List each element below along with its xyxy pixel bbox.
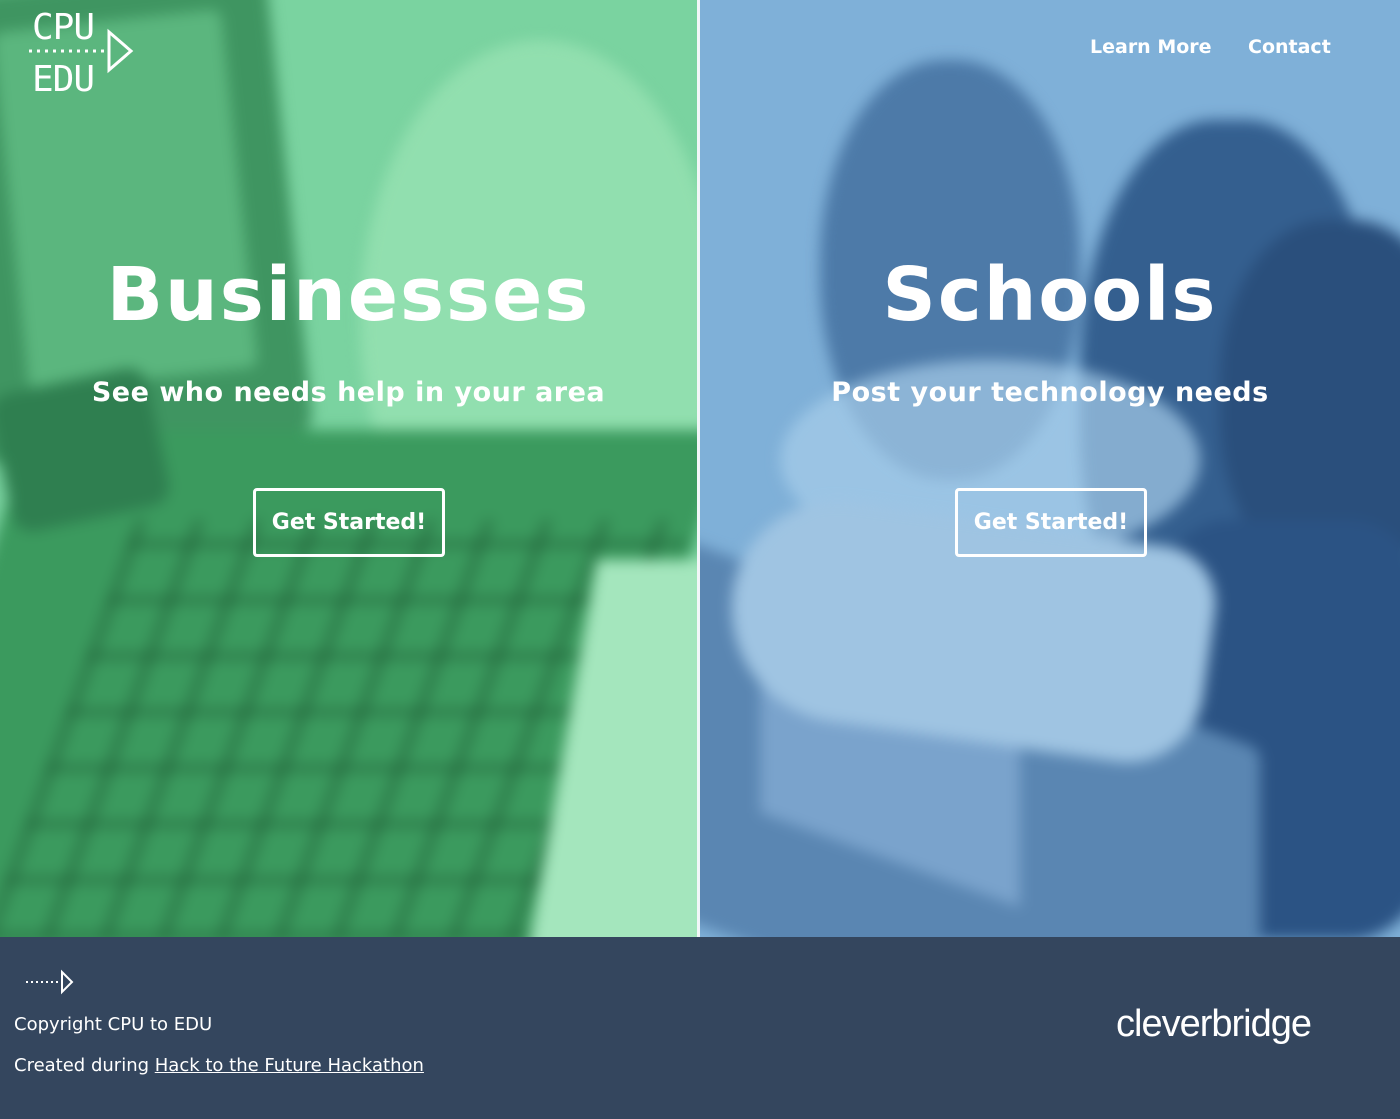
hackathon-link[interactable]: Hack to the Future Hackathon bbox=[155, 1055, 424, 1076]
schools-subtitle: Post your technology needs bbox=[831, 377, 1269, 408]
footer: Copyright CPU to EDU Created during Hack… bbox=[0, 937, 1400, 1119]
logo-line-edu: EDU bbox=[32, 59, 95, 100]
schools-panel: Schools Post your technology needs Get S… bbox=[700, 0, 1400, 937]
schools-title: Schools bbox=[882, 252, 1218, 338]
businesses-panel: Businesses See who needs help in your ar… bbox=[0, 0, 697, 937]
created-prefix: Created during bbox=[14, 1055, 155, 1076]
cpu-edu-logo[interactable]: CPU EDU bbox=[27, 6, 139, 102]
copyright-text: Copyright CPU to EDU bbox=[14, 1014, 213, 1035]
nav-contact[interactable]: Contact bbox=[1248, 36, 1331, 58]
businesses-subtitle: See who needs help in your area bbox=[91, 377, 606, 408]
cleverbridge-logo[interactable]: cleverbridge bbox=[1116, 1003, 1312, 1046]
created-during-text: Created during Hack to the Future Hackat… bbox=[14, 1055, 424, 1076]
businesses-title: Businesses bbox=[106, 252, 591, 338]
arrow-right-icon bbox=[26, 969, 74, 995]
businesses-get-started-button[interactable]: Get Started! bbox=[253, 488, 445, 557]
hero: Businesses See who needs help in your ar… bbox=[0, 0, 1400, 937]
nav-learn-more[interactable]: Learn More bbox=[1090, 36, 1212, 58]
schools-get-started-button[interactable]: Get Started! bbox=[955, 488, 1147, 557]
